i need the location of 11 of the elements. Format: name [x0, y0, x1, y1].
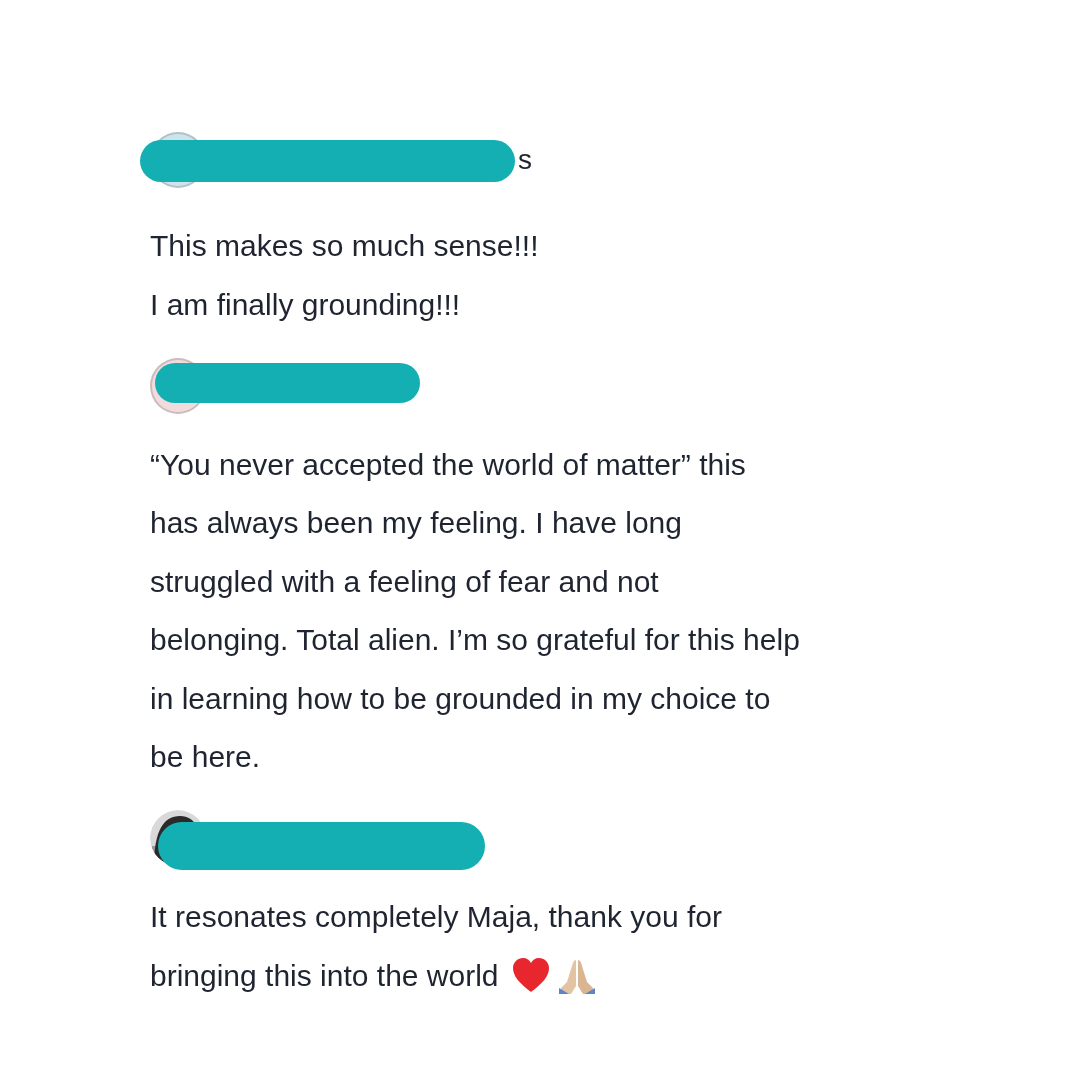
- author-name[interactable]: s: [518, 144, 532, 176]
- comment-text: I am finally grounding!!!: [150, 287, 461, 322]
- comment-text: has always been my feeling. I have long: [150, 506, 682, 541]
- comment-text: struggled with a feeling of fear and not: [150, 564, 659, 599]
- comment-text: be here.: [150, 739, 261, 774]
- comment-text: in learning how to be grounded in my choice to: [150, 681, 771, 716]
- comment-text: It resonates completely Maja, thank you for: [150, 900, 722, 935]
- comment-text: “You never accepted the world of matter” this: [150, 447, 746, 482]
- comment-text: belonging. Total alien. I’m so grateful for this help: [150, 623, 800, 658]
- comment-text: This makes so much sense!!!: [150, 229, 539, 264]
- comment-text: bringing this into the world: [150, 958, 499, 993]
